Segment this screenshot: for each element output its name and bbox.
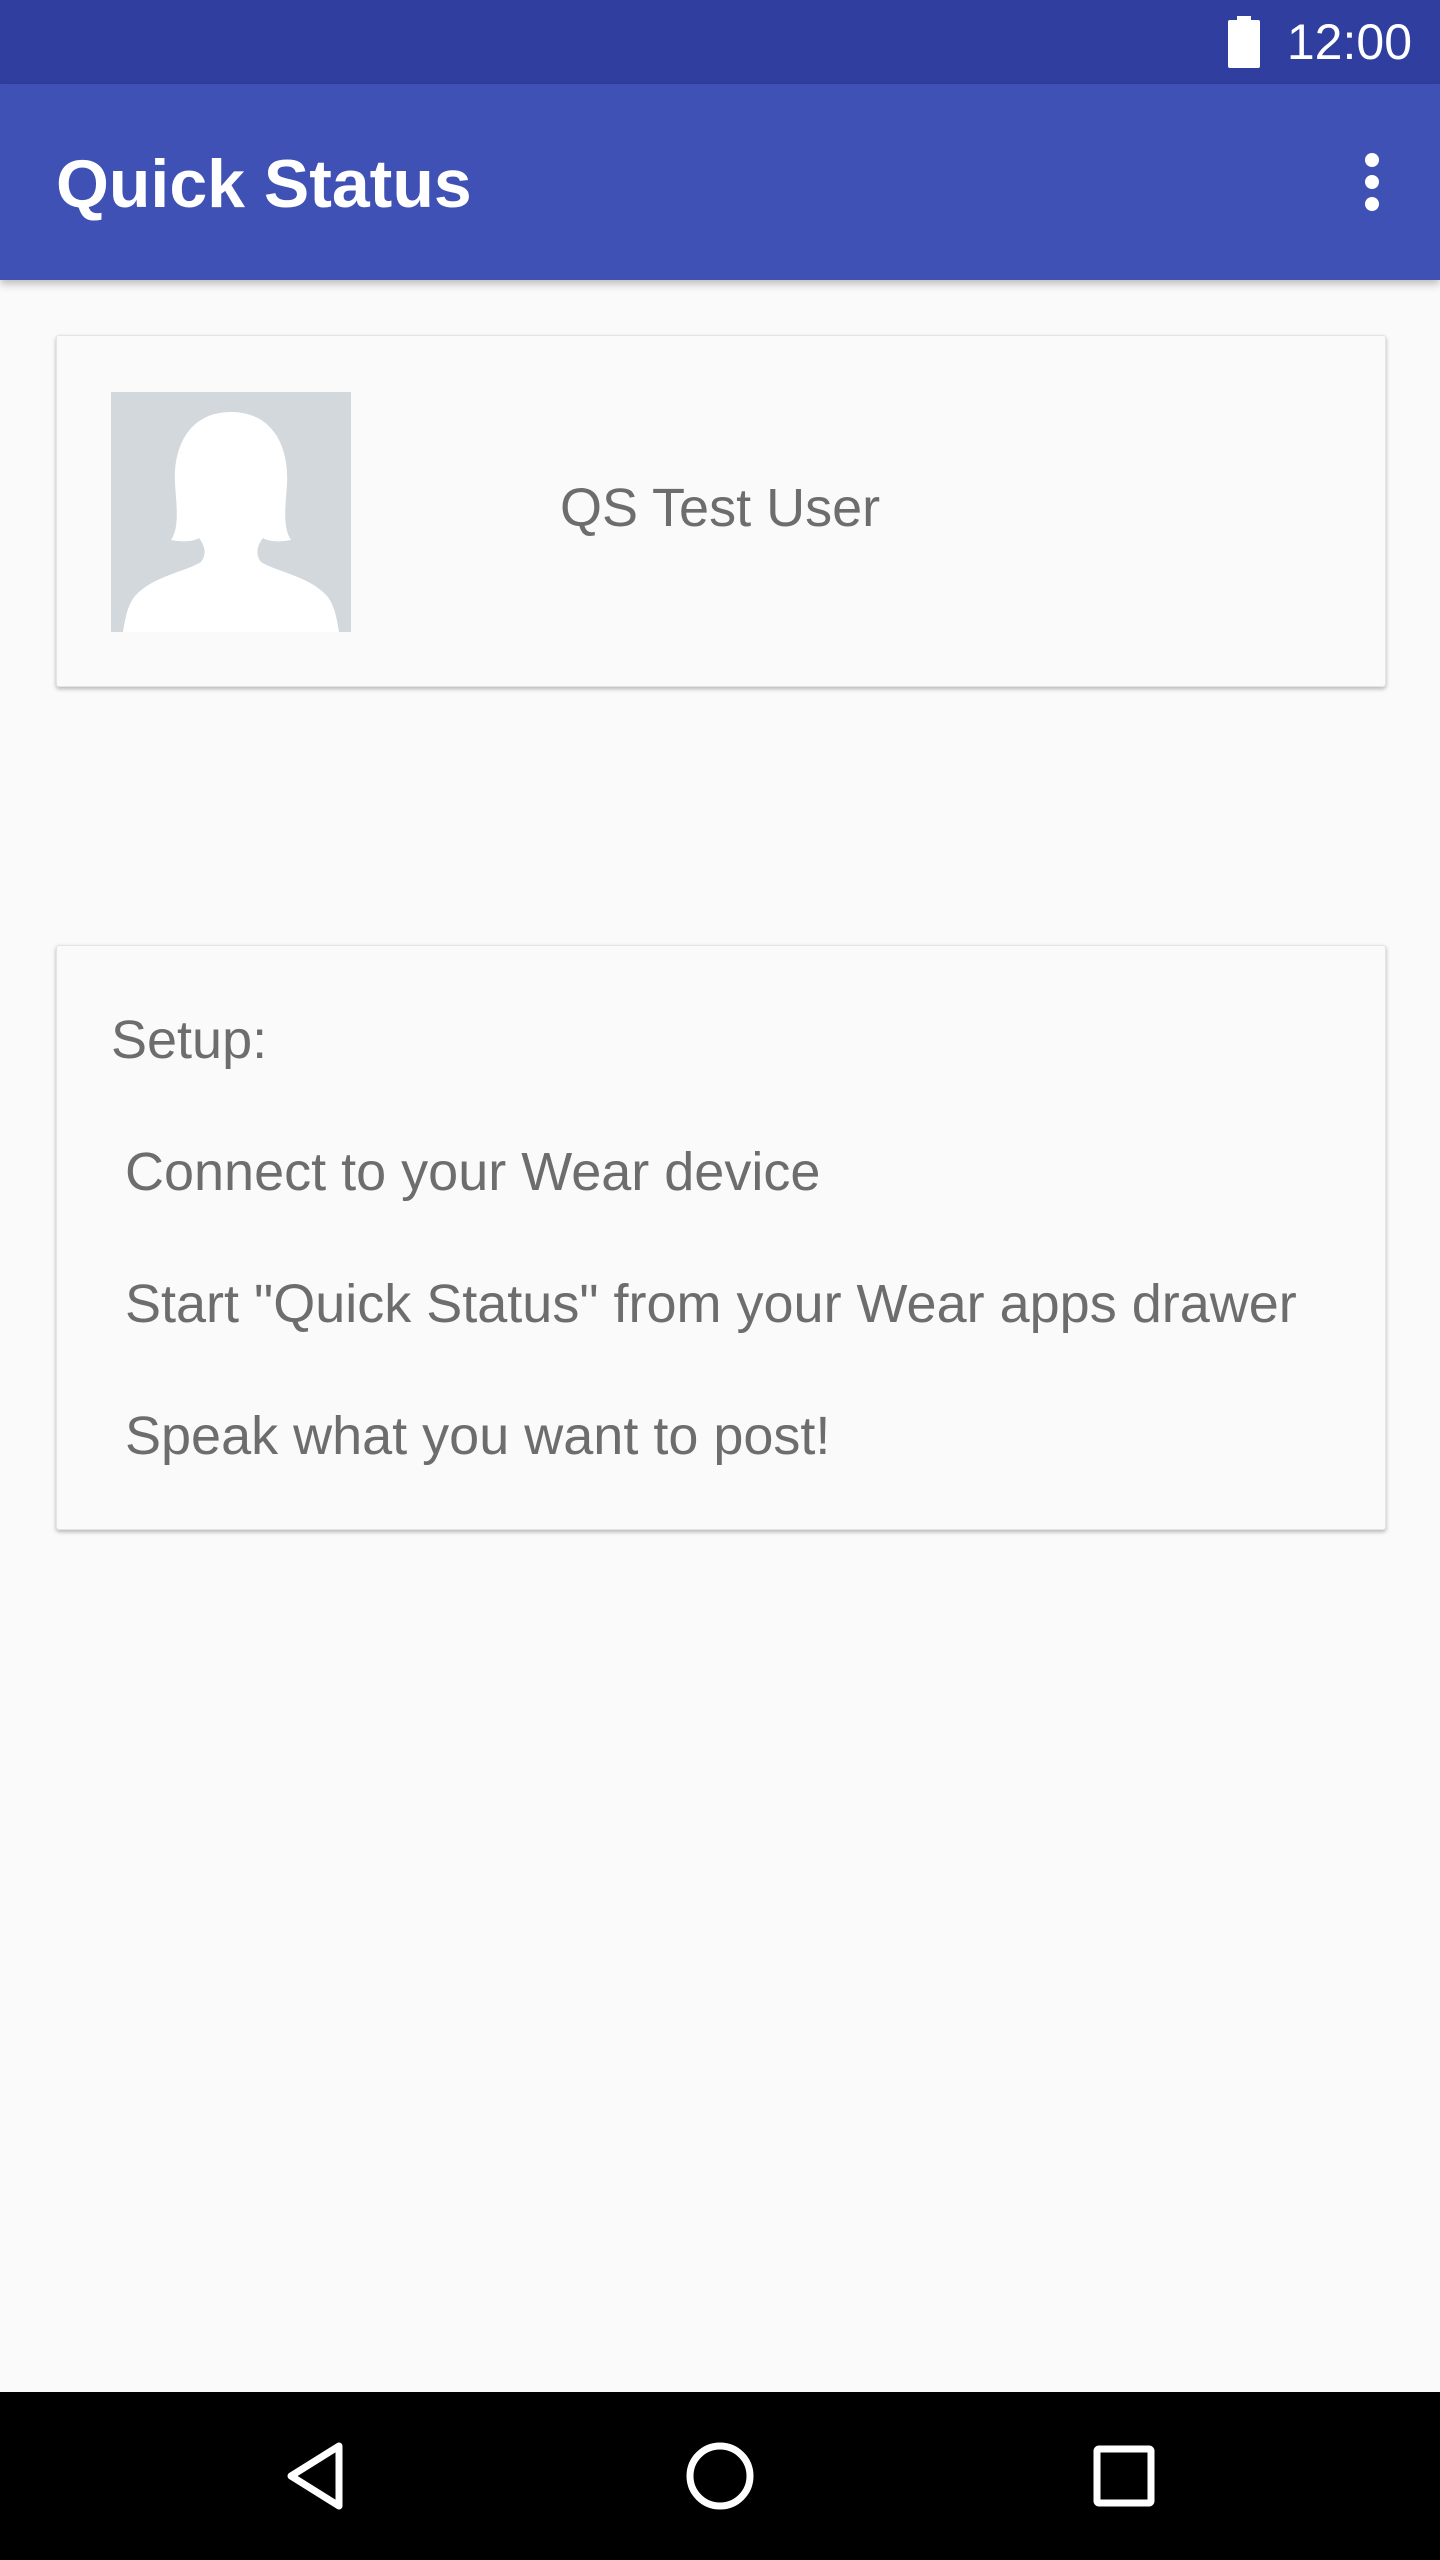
overflow-menu-button[interactable] [1324, 132, 1420, 232]
setup-step: Connect to your Wear device [125, 1142, 821, 1202]
setup-step: Start "Quick Status" from your Wear apps… [125, 1274, 1297, 1334]
home-button[interactable] [670, 2426, 770, 2526]
home-icon [686, 2442, 754, 2510]
back-button[interactable] [265, 2426, 365, 2526]
profile-card: QS Test User [56, 335, 1386, 687]
recents-icon [1093, 2445, 1155, 2507]
default-avatar-icon [123, 412, 339, 632]
recents-button[interactable] [1074, 2426, 1174, 2526]
app-title: Quick Status [56, 146, 472, 222]
status-bar: 12:00 [0, 0, 1440, 84]
back-icon [287, 2442, 343, 2510]
more-vert-icon [1365, 153, 1379, 211]
navigation-bar [0, 2392, 1440, 2560]
setup-title: Setup: [111, 1010, 268, 1070]
battery-full-icon [1228, 16, 1260, 68]
setup-card: Setup: Connect to your Wear device Start… [56, 945, 1386, 1530]
avatar [111, 392, 351, 632]
status-time: 12:00 [1286, 14, 1412, 70]
app-bar: Quick Status [0, 84, 1440, 280]
user-name: QS Test User [560, 478, 881, 538]
setup-step: Speak what you want to post! [125, 1406, 831, 1466]
